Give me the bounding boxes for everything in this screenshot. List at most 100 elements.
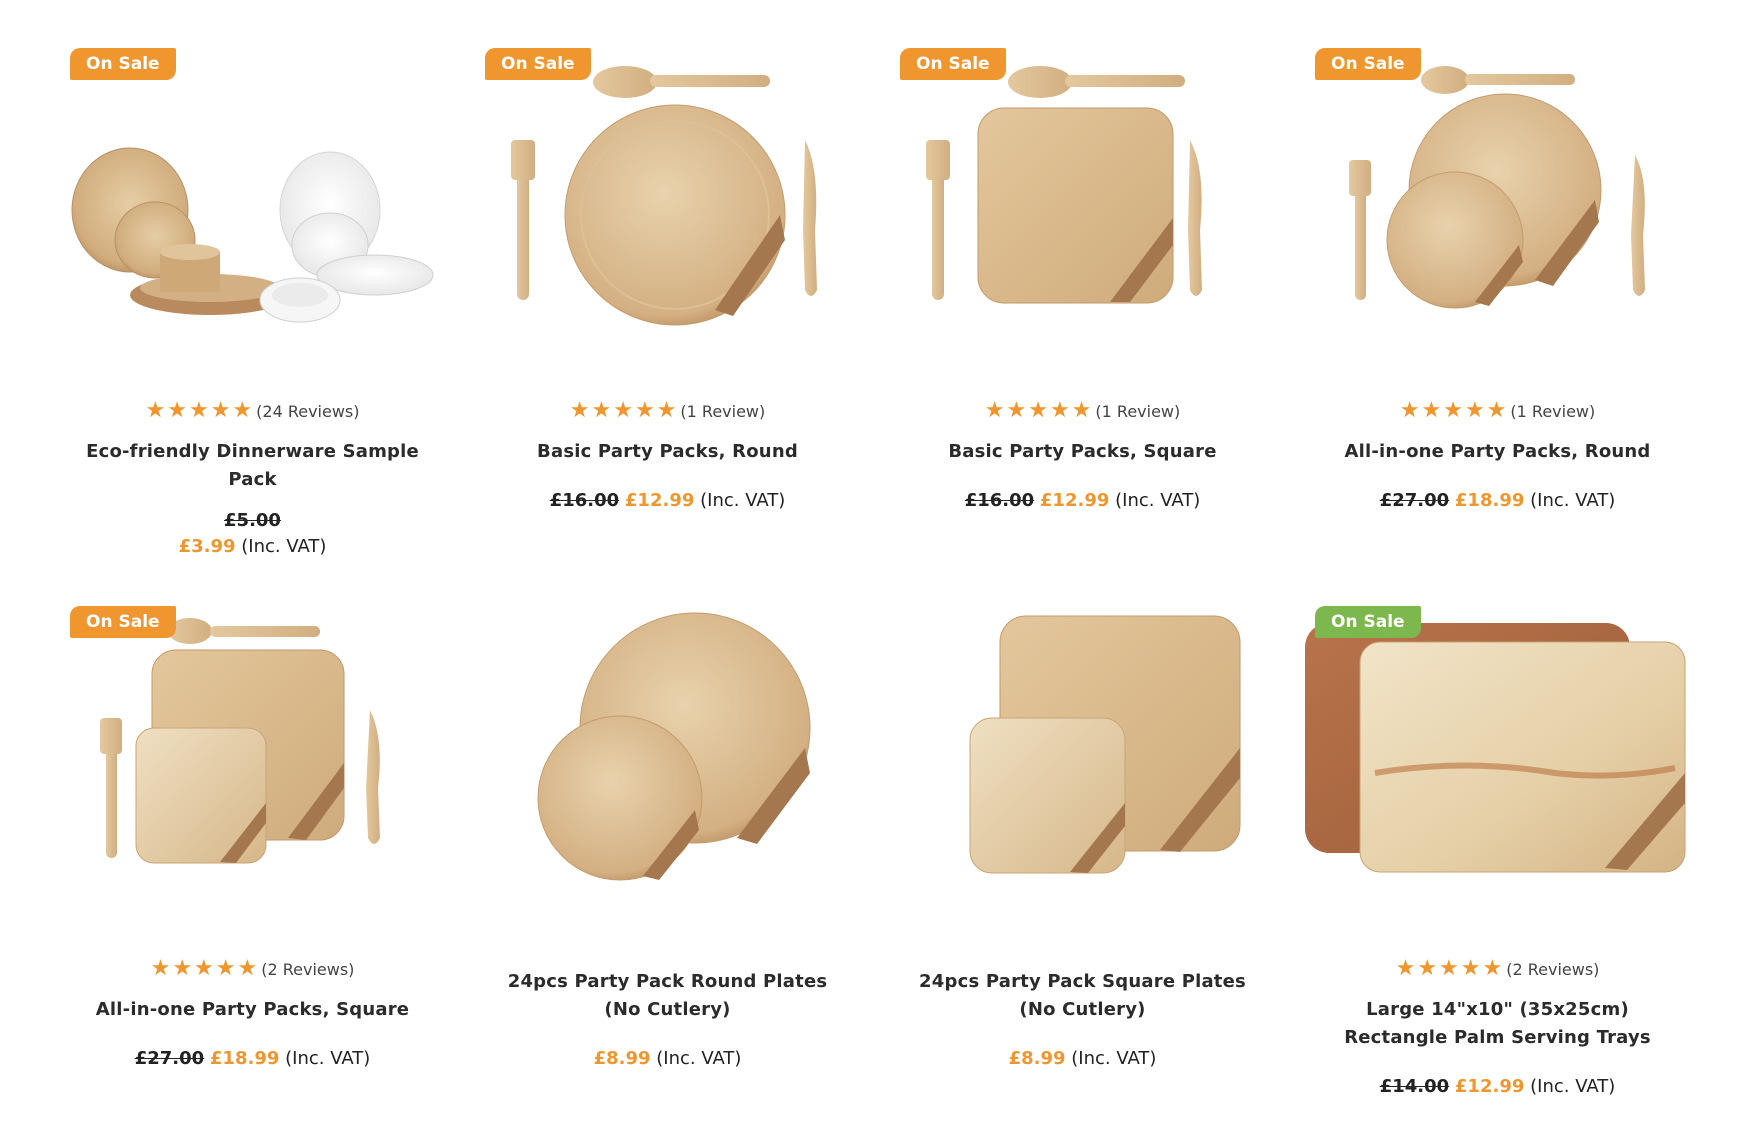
star-icon: ★ xyxy=(1049,398,1070,423)
star-icon: ★ xyxy=(1421,398,1442,423)
star-icon: ★ xyxy=(1486,398,1507,423)
product-price: £8.99 (Inc. VAT) xyxy=(594,1046,742,1072)
sale-price: £12.99 xyxy=(1039,490,1110,511)
product-price: £5.00 £3.99 (Inc. VAT) xyxy=(179,508,327,560)
star-icon: ★ xyxy=(634,398,655,423)
vat-note: (Inc. VAT) xyxy=(241,536,327,557)
product-card[interactable]: On Sale ★ ★ ★ ★ ★ (24 Reviews) Eco-frien… xyxy=(60,40,445,560)
product-image-sample-pack[interactable]: On Sale xyxy=(60,40,445,370)
all-in-one-round-illustration xyxy=(1349,66,1645,309)
vat-note: (Inc. VAT) xyxy=(1530,490,1616,511)
star-icon: ★ xyxy=(591,398,612,423)
review-count[interactable]: (1 Review) xyxy=(1095,402,1180,421)
vat-note: (Inc. VAT) xyxy=(656,1048,742,1069)
product-card[interactable]: On Sale ★ ★ ★ ★ ★ (2 Reviews) All-in-one… xyxy=(60,598,445,1118)
original-price: £16.00 xyxy=(964,490,1035,511)
star-rating: ★ ★ ★ ★ ★ (1 Review) xyxy=(1400,398,1596,424)
star-icon: ★ xyxy=(237,956,258,981)
star-icon: ★ xyxy=(188,398,209,423)
star-icon: ★ xyxy=(194,956,214,981)
star-icon: ★ xyxy=(1071,398,1092,423)
product-price: £16.00 £12.99 (Inc. VAT) xyxy=(965,488,1201,514)
review-count[interactable]: (2 Reviews) xyxy=(1506,960,1599,979)
vat-note: (Inc. VAT) xyxy=(700,490,786,511)
product-image-rectangle-trays[interactable]: On Sale xyxy=(1305,598,1690,928)
star-icon: ★ xyxy=(145,398,166,423)
star-icon: ★ xyxy=(1417,956,1438,981)
review-count[interactable]: (1 Review) xyxy=(1510,402,1595,421)
square-party-pack-illustration xyxy=(926,66,1202,304)
product-card[interactable]: On Sale ★ ★ ★ ★ ★ (1 Review) All-in-one … xyxy=(1305,40,1690,560)
product-title[interactable]: Large 14"x10" (35x25cm) Rectangle Palm S… xyxy=(1328,996,1668,1052)
star-rating: ★ ★ ★ ★ ★ (2 Reviews) xyxy=(1396,956,1600,982)
all-in-one-square-illustration xyxy=(100,618,380,864)
original-price: £27.00 xyxy=(134,1048,205,1069)
vat-note: (Inc. VAT) xyxy=(1115,490,1201,511)
star-rating: ★ ★ ★ ★ ★ (1 Review) xyxy=(985,398,1181,424)
sale-price: £18.99 xyxy=(1454,490,1525,511)
product-card[interactable]: 24pcs Party Pack Square Plates (No Cutle… xyxy=(890,598,1275,1118)
product-card[interactable]: On Sale ★ ★ ★ ★ ★ (2 Reviews) Large 14"x… xyxy=(1305,598,1690,1118)
product-image-all-in-one-round[interactable]: On Sale xyxy=(1305,40,1690,370)
sale-price: £3.99 xyxy=(178,536,236,557)
product-price: £27.00 £18.99 (Inc. VAT) xyxy=(135,1046,371,1072)
on-sale-badge: On Sale xyxy=(70,606,176,638)
product-card[interactable]: On Sale ★ ★ ★ ★ ★ (1 Review) Basic Party… xyxy=(475,40,860,560)
product-price: £16.00 £12.99 (Inc. VAT) xyxy=(550,488,786,514)
on-sale-badge: On Sale xyxy=(900,48,1006,80)
product-title[interactable]: Basic Party Packs, Round xyxy=(498,438,838,466)
product-image-square-plates-24[interactable] xyxy=(890,598,1275,928)
star-rating: ★ ★ ★ ★ ★ (24 Reviews) xyxy=(145,398,359,424)
rectangle-trays-illustration xyxy=(1305,623,1686,873)
star-rating: ★ ★ ★ ★ ★ (1 Review) xyxy=(570,398,766,424)
on-sale-badge: On Sale xyxy=(70,48,176,80)
sale-price: £8.99 xyxy=(1008,1048,1066,1069)
round-plates-illustration xyxy=(537,612,811,881)
review-count[interactable]: (24 Reviews) xyxy=(256,402,359,421)
product-image-all-in-one-square[interactable]: On Sale xyxy=(60,598,445,928)
star-icon: ★ xyxy=(232,398,253,423)
sale-price: £12.99 xyxy=(1454,1076,1525,1097)
star-icon: ★ xyxy=(613,398,633,423)
star-icon: ★ xyxy=(167,398,187,423)
star-icon: ★ xyxy=(656,398,677,423)
product-card[interactable]: 24pcs Party Pack Round Plates (No Cutler… xyxy=(475,598,860,1118)
product-card[interactable]: On Sale ★ ★ ★ ★ ★ (1 Review) Basic Party… xyxy=(890,40,1275,560)
product-title[interactable]: 24pcs Party Pack Square Plates (No Cutle… xyxy=(913,968,1253,1024)
round-party-pack-illustration xyxy=(511,66,817,326)
star-icon: ★ xyxy=(984,398,1005,423)
star-icon: ★ xyxy=(1006,398,1027,423)
product-image-square-party-pack[interactable]: On Sale xyxy=(890,40,1275,370)
product-title[interactable]: Eco-friendly Dinnerware Sample Pack xyxy=(83,438,423,494)
review-count[interactable]: (2 Reviews) xyxy=(261,960,354,979)
product-title[interactable]: All-in-one Party Packs, Round xyxy=(1328,438,1668,466)
sale-price: £18.99 xyxy=(209,1048,280,1069)
star-icon: ★ xyxy=(1439,956,1459,981)
star-icon: ★ xyxy=(172,956,193,981)
product-price: £8.99 (Inc. VAT) xyxy=(1009,1046,1157,1072)
star-icon: ★ xyxy=(1395,956,1416,981)
product-title[interactable]: 24pcs Party Pack Round Plates (No Cutler… xyxy=(498,968,838,1024)
star-rating: ★ ★ ★ ★ ★ (2 Reviews) xyxy=(151,956,355,982)
star-icon: ★ xyxy=(1482,956,1503,981)
product-price: £27.00 £18.99 (Inc. VAT) xyxy=(1380,488,1616,514)
original-price: £27.00 xyxy=(1379,490,1450,511)
star-icon: ★ xyxy=(1464,398,1485,423)
product-title[interactable]: All-in-one Party Packs, Square xyxy=(83,996,423,1024)
on-sale-badge: On Sale xyxy=(485,48,591,80)
original-price: £5.00 xyxy=(224,510,281,531)
on-sale-badge: On Sale xyxy=(1315,48,1421,80)
vat-note: (Inc. VAT) xyxy=(1530,1076,1616,1097)
product-price: £14.00 £12.99 (Inc. VAT) xyxy=(1380,1074,1616,1100)
product-image-round-plates-24[interactable] xyxy=(475,598,860,928)
product-title[interactable]: Basic Party Packs, Square xyxy=(913,438,1253,466)
star-icon: ★ xyxy=(1443,398,1463,423)
star-icon: ★ xyxy=(1028,398,1048,423)
review-count[interactable]: (1 Review) xyxy=(680,402,765,421)
vat-note: (Inc. VAT) xyxy=(1071,1048,1157,1069)
star-icon: ★ xyxy=(150,956,171,981)
product-image-round-party-pack[interactable]: On Sale xyxy=(475,40,860,370)
star-icon: ★ xyxy=(215,956,236,981)
original-price: £14.00 xyxy=(1379,1076,1450,1097)
sale-price: £8.99 xyxy=(593,1048,651,1069)
